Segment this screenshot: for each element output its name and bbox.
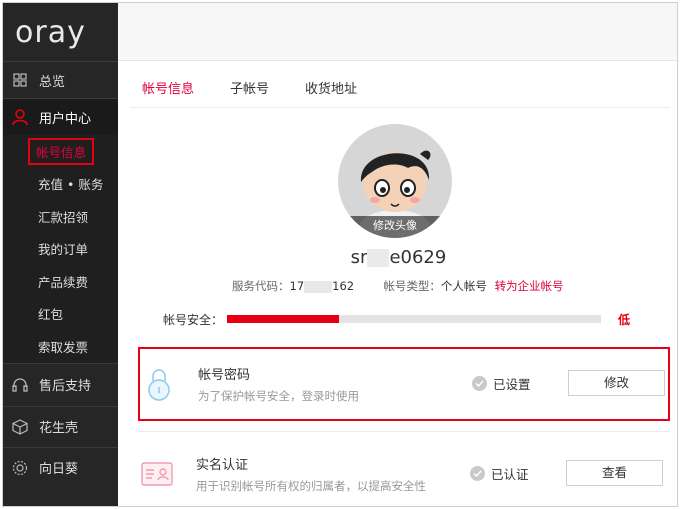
sidebar-sub-invoice[interactable]: 索取发票 <box>3 330 118 363</box>
service-code-start: 17 <box>289 279 305 293</box>
redacted-mask <box>367 249 390 267</box>
sidebar-item-label: 用户中心 <box>39 111 92 127</box>
account-meta: 服务代码：17 162 帐号类型：个人帐号 转为企业帐号 <box>232 278 564 294</box>
sidebar-item-sunflower[interactable]: 向日葵 <box>3 448 118 488</box>
sidebar-sub-label: 红包 <box>38 307 64 323</box>
sidebar-item-after-sales[interactable]: 售后支持 <box>3 364 118 406</box>
redacted-mask <box>304 280 333 293</box>
sidebar-sub-label: 汇款招领 <box>38 209 89 225</box>
sidebar-sub-label: 索取发票 <box>38 339 89 355</box>
status-badge: 已认证 <box>470 464 529 483</box>
card-description: 为了保护帐号安全，登录时使用 <box>198 389 359 403</box>
lock-icon <box>142 367 176 401</box>
logo-text: oray <box>15 14 86 50</box>
sidebar-item-user-center[interactable]: 用户中心 <box>3 99 118 135</box>
card-divider <box>138 431 670 432</box>
logo[interactable]: oray <box>3 3 118 61</box>
card-title: 帐号密码 <box>198 368 251 383</box>
check-icon <box>470 466 485 481</box>
sidebar-item-label: 花生壳 <box>39 421 79 436</box>
sidebar-item-peanut-shell[interactable]: 花生壳 <box>3 407 118 447</box>
status-text: 已认证 <box>491 467 529 482</box>
sidebar-sub-red-packet[interactable]: 红包 <box>3 297 118 330</box>
user-icon <box>11 108 29 126</box>
sidebar-item-label: 售后支持 <box>39 379 92 394</box>
sidebar-sub-account-info[interactable]: 帐号信息 <box>3 135 118 168</box>
security-bar-fill <box>227 315 340 323</box>
account-type-label: 帐号类型： <box>383 279 441 293</box>
sidebar-sub-label: 我的订单 <box>38 242 89 258</box>
sidebar-sub-orders[interactable]: 我的订单 <box>3 232 118 265</box>
modify-password-button[interactable]: 修改 <box>568 370 665 396</box>
main-content: 帐号信息 子帐号 收货地址 修改头像 sr e0629 服务代码：17 162 … <box>118 3 677 506</box>
tab-divider <box>130 107 670 108</box>
cube-icon <box>11 418 29 436</box>
avatar-edit-caption[interactable]: 修改头像 <box>338 216 452 238</box>
sidebar-sub-remittance[interactable]: 汇款招领 <box>3 200 118 233</box>
tab-shipping-address[interactable]: 收货地址 <box>305 78 357 109</box>
tab-account-info[interactable]: 帐号信息 <box>142 78 194 109</box>
security-level: 低 <box>618 313 631 327</box>
security-bar <box>227 315 601 323</box>
sidebar-item-label: 向日葵 <box>39 462 79 477</box>
service-code-label: 服务代码： <box>232 279 290 293</box>
real-name-card: 实名认证 用于识别帐号所有权的归属者，以提高安全性 已认证 查看 <box>138 439 670 506</box>
id-card-icon <box>140 457 174 491</box>
sidebar-sub-label: 充值 • 账务 <box>38 177 104 193</box>
headset-icon <box>11 376 29 394</box>
account-type-value: 个人帐号 <box>440 279 487 293</box>
card-description: 用于识别帐号所有权的归属者，以提高安全性 <box>196 479 426 493</box>
sidebar-sub-label: 产品续费 <box>38 274 89 290</box>
sidebar-sub-recharge[interactable]: 充值 • 账务 <box>3 167 118 200</box>
convert-enterprise-link[interactable]: 转为企业帐号 <box>495 279 564 293</box>
status-badge: 已设置 <box>472 374 531 393</box>
username-end: e0629 <box>389 247 447 268</box>
tab-bar: 帐号信息 子帐号 收货地址 <box>118 61 677 109</box>
service-code-end: 162 <box>332 279 355 293</box>
tab-sub-accounts[interactable]: 子帐号 <box>230 78 269 109</box>
username-start: sr <box>350 247 368 268</box>
view-verification-button[interactable]: 查看 <box>566 460 663 486</box>
password-card: 帐号密码 为了保护帐号安全，登录时使用 已设置 修改 <box>138 347 670 421</box>
sidebar-sub-label: 帐号信息 <box>28 137 95 165</box>
card-title: 实名认证 <box>196 458 249 473</box>
username: sr e0629 <box>118 247 677 268</box>
sidebar-item-overview[interactable]: 总览 <box>3 62 118 98</box>
sunflower-icon <box>11 459 29 477</box>
sidebar-sub-renewal[interactable]: 产品续费 <box>3 265 118 298</box>
status-text: 已设置 <box>493 377 531 392</box>
grid-icon <box>11 71 29 89</box>
app-frame: oray 总览 用户中心 帐号信息 充值 • 账务 汇款招领 我的订单 产品续费… <box>2 2 678 507</box>
sidebar: oray 总览 用户中心 帐号信息 充值 • 账务 汇款招领 我的订单 产品续费… <box>3 3 118 506</box>
check-icon <box>472 376 487 391</box>
top-bar <box>118 3 677 61</box>
security-label: 帐号安全： <box>163 313 224 327</box>
sidebar-item-label: 总览 <box>39 74 66 90</box>
avatar[interactable]: 修改头像 <box>338 124 452 238</box>
